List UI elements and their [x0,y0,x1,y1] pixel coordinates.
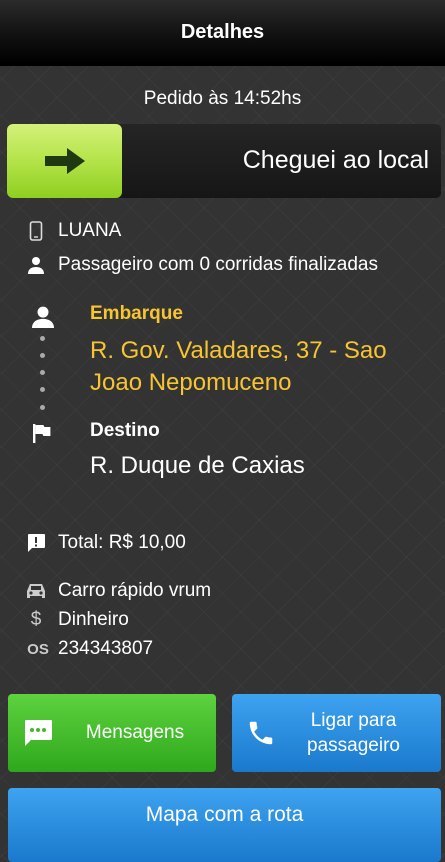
passenger-rides-row: Passageiro com 0 corridas finalizadas [26,254,378,276]
messages-button-label: Mensagens [85,722,185,743]
arrived-slider[interactable]: Cheguei ao local [7,124,441,198]
payment-row: $ Dinheiro [26,609,129,631]
app-header: Detalhes [0,0,445,66]
dollar-icon: $ [30,609,42,630]
passenger-name: LUANA [58,220,122,241]
route-dot [40,387,45,392]
total-value: Total: R$ 10,00 [58,532,186,553]
passenger-name-row: LUANA [26,220,121,242]
os-number: 234343807 [58,638,154,659]
route-map-button[interactable]: Mapa com a rota [8,788,441,862]
route-dot [40,336,45,341]
messages-button[interactable]: Mensagens [8,694,216,772]
destination-label: Destino [90,420,160,441]
route-dot [40,370,45,375]
page-title: Detalhes [180,20,265,43]
os-row: OS 234343807 [26,638,153,660]
os-label: OS [27,640,49,658]
payment-method: Dinheiro [58,609,129,630]
arrived-label: Cheguei ao local [242,146,429,174]
call-passenger-button[interactable]: Ligar para passageiro [232,694,441,772]
car-category: Carro rápido vrum [58,580,212,601]
smartphone-icon [26,220,46,242]
order-time: Pedido às 14:52hs [143,88,302,109]
route-map-button-label: Mapa com a rota [145,803,304,826]
pickup-label: Embarque [90,303,183,324]
car-category-row: Carro rápido vrum [26,580,211,602]
arrived-slider-handle[interactable] [7,124,122,198]
person-icon [26,254,46,276]
arrow-right-icon [44,148,85,174]
route-dot [40,353,45,358]
phone-icon [249,721,273,745]
route-dot [40,405,45,410]
chat-dots-icon [25,720,52,746]
pickup-address: R. Gov. Valadares, 37 - Sao Joao Nepomuc… [90,337,387,396]
alert-bubble-icon [26,532,46,554]
person-icon [32,306,54,328]
car-icon [26,580,46,602]
flag-icon [33,424,51,443]
passenger-rides: Passageiro com 0 corridas finalizadas [58,254,378,275]
call-button-label: Ligar para passageiro [307,710,400,756]
total-row: Total: R$ 10,00 [26,532,186,554]
destination-address: R. Duque de Caxias [90,452,305,479]
